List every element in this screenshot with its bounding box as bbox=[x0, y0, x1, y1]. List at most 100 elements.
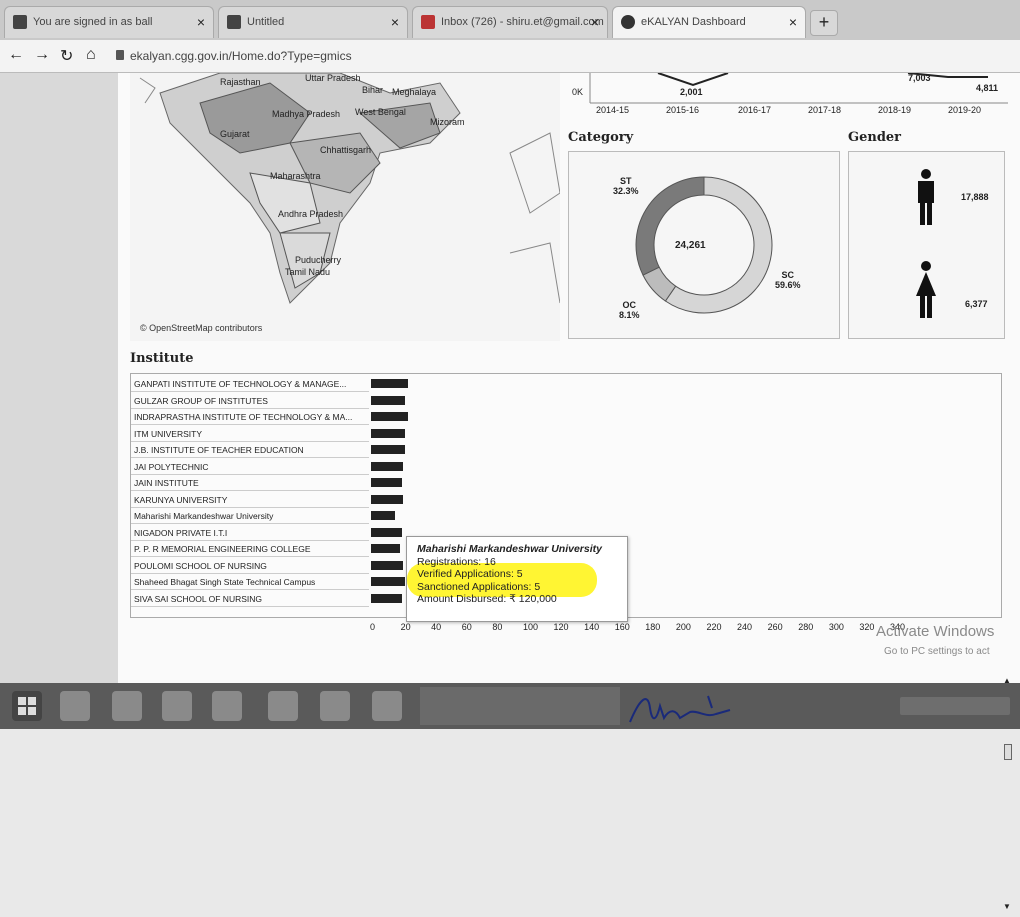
institute-row[interactable]: INDRAPRASTHA INSTITUTE OF TECHNOLOGY & M… bbox=[131, 409, 369, 425]
axis-tick-label: 100 bbox=[522, 622, 538, 632]
gender-title: Gender bbox=[848, 130, 902, 145]
year-label: 2018-19 bbox=[878, 105, 912, 115]
scroll-down-icon[interactable]: ▼ bbox=[1003, 902, 1011, 911]
activation-subtitle: Go to PC settings to act bbox=[884, 646, 990, 657]
state-label: West Bengal bbox=[355, 107, 406, 117]
axis-tick-label: 180 bbox=[645, 622, 661, 632]
institute-bar[interactable] bbox=[371, 379, 408, 388]
institute-bar[interactable] bbox=[371, 577, 405, 586]
institute-bar[interactable] bbox=[371, 511, 396, 520]
institute-row[interactable]: Shaheed Bhagat Singh State Technical Cam… bbox=[131, 574, 369, 590]
male-count: 17,888 bbox=[961, 192, 989, 202]
axis-zero-label: 0K bbox=[572, 87, 584, 97]
state-label: Tamil Nadu bbox=[285, 267, 331, 277]
trend-chart: 0K 2,001 7,003 4,811 2014-15 2015-16 201… bbox=[568, 72, 1008, 123]
store-icon[interactable] bbox=[112, 691, 142, 721]
browser-e-icon[interactable] bbox=[60, 691, 90, 721]
male-icon bbox=[918, 169, 934, 225]
close-icon[interactable]: × bbox=[591, 7, 599, 37]
page-icon bbox=[227, 15, 241, 29]
institute-row[interactable]: POULOMI SCHOOL OF NURSING bbox=[131, 558, 369, 574]
institute-row[interactable]: GULZAR GROUP OF INSTITUTES bbox=[131, 393, 369, 409]
institute-title: Institute bbox=[130, 351, 194, 366]
year-label: 2014-15 bbox=[596, 105, 630, 115]
chrome-icon[interactable] bbox=[268, 691, 298, 721]
state-label: Bihar bbox=[362, 85, 384, 95]
system-tray-icons[interactable] bbox=[900, 697, 1010, 715]
institute-row[interactable]: JAIN INSTITUTE bbox=[131, 475, 369, 491]
institute-bar[interactable] bbox=[371, 428, 405, 438]
state-label: Uttar Pradesh bbox=[305, 73, 361, 83]
institute-row[interactable]: NIGADON PRIVATE I.T.I bbox=[131, 525, 369, 541]
close-icon[interactable]: × bbox=[391, 7, 399, 37]
axis-tick-label: 220 bbox=[706, 622, 722, 632]
institute-row[interactable]: J.B. INSTITUTE OF TEACHER EDUCATION bbox=[131, 442, 369, 458]
state-label: Puducherry bbox=[295, 255, 342, 265]
taskbar-active-window[interactable] bbox=[420, 687, 620, 725]
institute-row[interactable]: GANPATI INSTITUTE OF TECHNOLOGY & MANAGE… bbox=[131, 376, 369, 392]
institute-row[interactable]: SIVA SAI SCHOOL OF NURSING bbox=[131, 591, 369, 607]
category-panel: 24,261 ST 32.3% SC 59.6% OC 8.1% bbox=[568, 151, 840, 339]
institute-row[interactable]: P. P. R MEMORIAL ENGINEERING COLLEGE bbox=[131, 541, 369, 557]
axis-tick-label: 120 bbox=[553, 622, 569, 632]
axis-tick-label: 200 bbox=[675, 622, 691, 632]
tab-1[interactable]: You are signed in as ball × bbox=[4, 6, 214, 38]
institute-bar[interactable] bbox=[371, 445, 405, 454]
tab-2[interactable]: Untitled × bbox=[218, 6, 408, 38]
state-label: Chhattisgarh bbox=[320, 145, 372, 155]
institute-row[interactable]: Maharishi Markandeshwar University bbox=[131, 508, 369, 524]
donut-slice-st[interactable] bbox=[635, 176, 705, 276]
institute-row[interactable]: KARUNYA UNIVERSITY bbox=[131, 492, 369, 508]
slice-label-st: ST 32.3% bbox=[613, 176, 639, 196]
scroll-thumb[interactable] bbox=[1004, 744, 1012, 760]
forward-icon[interactable]: → bbox=[34, 46, 50, 64]
tab-label: eKALYAN Dashboard bbox=[641, 16, 746, 28]
dashboard-page: Rajasthan Uttar Pradesh Bihar Meghalaya … bbox=[118, 72, 1020, 911]
institute-bar[interactable] bbox=[371, 395, 405, 405]
institute-bar[interactable] bbox=[371, 461, 404, 471]
tab-label: Untitled bbox=[247, 16, 285, 28]
close-icon[interactable]: × bbox=[789, 7, 797, 37]
axis-tick-label: 280 bbox=[798, 622, 814, 632]
reload-icon[interactable]: ↻ bbox=[60, 46, 73, 66]
page-margin bbox=[0, 73, 118, 683]
institute-row[interactable]: ITM UNIVERSITY bbox=[131, 426, 369, 442]
tab-4[interactable]: eKALYAN Dashboard × bbox=[612, 6, 806, 38]
institute-bar[interactable] bbox=[371, 494, 404, 504]
institute-bar[interactable] bbox=[371, 560, 404, 570]
axis-tick-label: 260 bbox=[767, 622, 783, 632]
axis-tick-label: 20 bbox=[400, 622, 411, 632]
slice-label-oc: OC 8.1% bbox=[619, 300, 640, 320]
close-icon[interactable]: × bbox=[197, 7, 205, 37]
institute-bar[interactable] bbox=[371, 478, 402, 487]
tab-3[interactable]: Inbox (726) - shiru.et@gmail.com × bbox=[412, 6, 608, 38]
app-icon[interactable] bbox=[162, 691, 192, 721]
india-map[interactable]: Rajasthan Uttar Pradesh Bihar Meghalaya … bbox=[130, 73, 560, 341]
url-field[interactable]: ekalyan.cgg.gov.in/Home.do?Type=gmics bbox=[130, 49, 352, 63]
institute-bar[interactable] bbox=[371, 527, 402, 537]
tab-label: You are signed in as ball bbox=[33, 16, 153, 28]
year-label: 2016-17 bbox=[738, 105, 772, 115]
tooltip-verified: Verified Applications: 5 bbox=[417, 568, 523, 580]
back-icon[interactable]: ← bbox=[8, 46, 24, 64]
institute-bar[interactable] bbox=[371, 412, 408, 421]
state-label: Maharashtra bbox=[270, 171, 321, 181]
axis-tick-label: 0 bbox=[370, 622, 376, 632]
tooltip-sanctioned: Sanctioned Applications: 5 bbox=[417, 580, 541, 593]
word-icon[interactable] bbox=[320, 691, 350, 721]
start-icon[interactable] bbox=[12, 691, 42, 721]
slice-label-sc: SC 59.6% bbox=[775, 270, 801, 290]
new-tab-button[interactable]: + bbox=[810, 10, 838, 36]
map-shapes bbox=[139, 73, 560, 304]
institute-row[interactable]: JAI POLYTECHNIC bbox=[131, 459, 369, 475]
gender-panel: 17,888 6,377 bbox=[848, 151, 1005, 339]
institute-bar[interactable] bbox=[371, 544, 401, 553]
axis-tick-label: 300 bbox=[828, 622, 844, 632]
axis-tick-label: 40 bbox=[431, 622, 442, 632]
file-explorer-icon[interactable] bbox=[212, 691, 242, 721]
home-icon[interactable]: ⌂ bbox=[86, 46, 96, 64]
institute-bar[interactable] bbox=[371, 593, 402, 603]
excel-icon[interactable] bbox=[372, 691, 402, 721]
state-label: Andhra Pradesh bbox=[278, 209, 344, 219]
map-credit[interactable]: © OpenStreetMap contributors bbox=[140, 323, 262, 333]
